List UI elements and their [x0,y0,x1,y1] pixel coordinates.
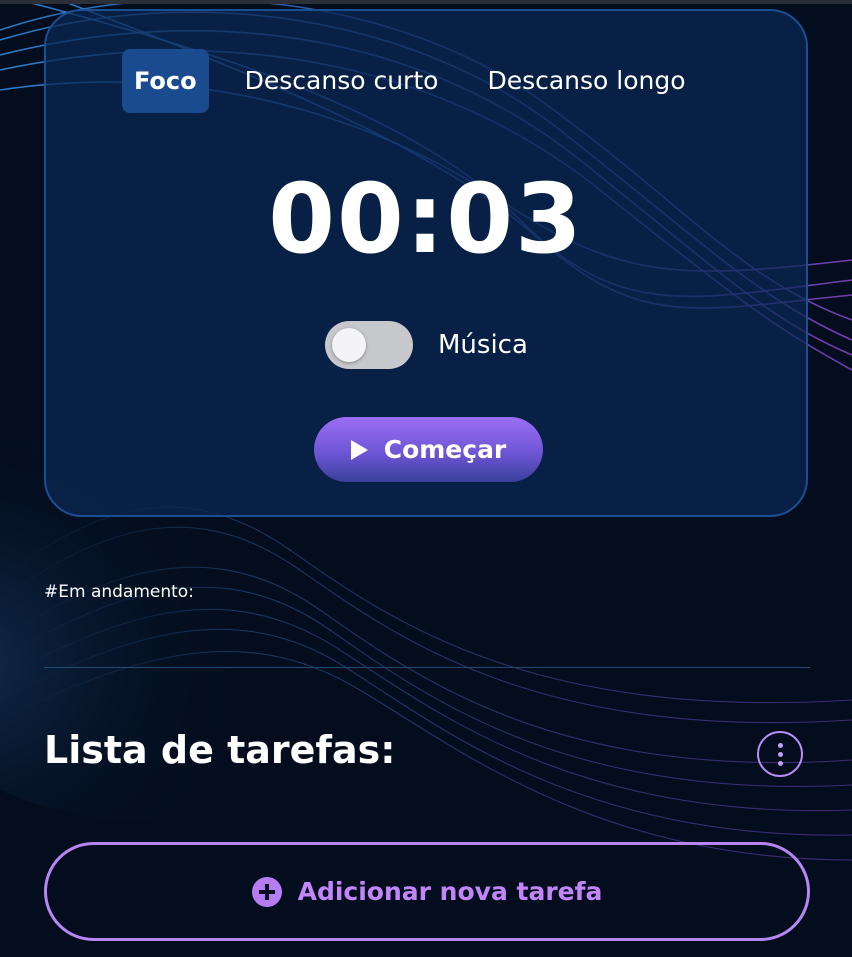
tab-long-break[interactable]: Descanso longo [487,49,685,113]
music-toggle[interactable] [325,321,413,369]
in-progress-label: #Em andamento: [44,582,194,602]
timer-display: 00:03 [268,163,584,275]
tasks-menu-button[interactable] [757,731,803,777]
add-task-button[interactable]: Adicionar nova tarefa [44,842,810,941]
play-icon [350,439,368,460]
tab-focus[interactable]: Foco [122,49,209,113]
mode-tabs: Foco Descanso curto Descanso longo [122,49,686,113]
start-button-label: Começar [383,435,507,464]
music-row: Música [325,321,528,369]
vertical-dots-icon [777,742,783,748]
music-label: Música [438,330,528,360]
tab-short-break[interactable]: Descanso curto [245,49,439,113]
toggle-knob [332,328,366,362]
vertical-dots-icon-dot [777,760,783,766]
tasks-title: Lista de tarefas: [44,728,396,772]
vertical-dots-icon-dot [777,751,783,757]
add-task-label: Adicionar nova tarefa [297,877,603,906]
timer-card: Foco Descanso curto Descanso longo 00:03… [44,9,808,517]
start-button[interactable]: Começar [314,417,543,482]
divider [44,667,810,668]
plus-circle-icon [251,876,282,907]
window-top-bar [0,0,852,4]
